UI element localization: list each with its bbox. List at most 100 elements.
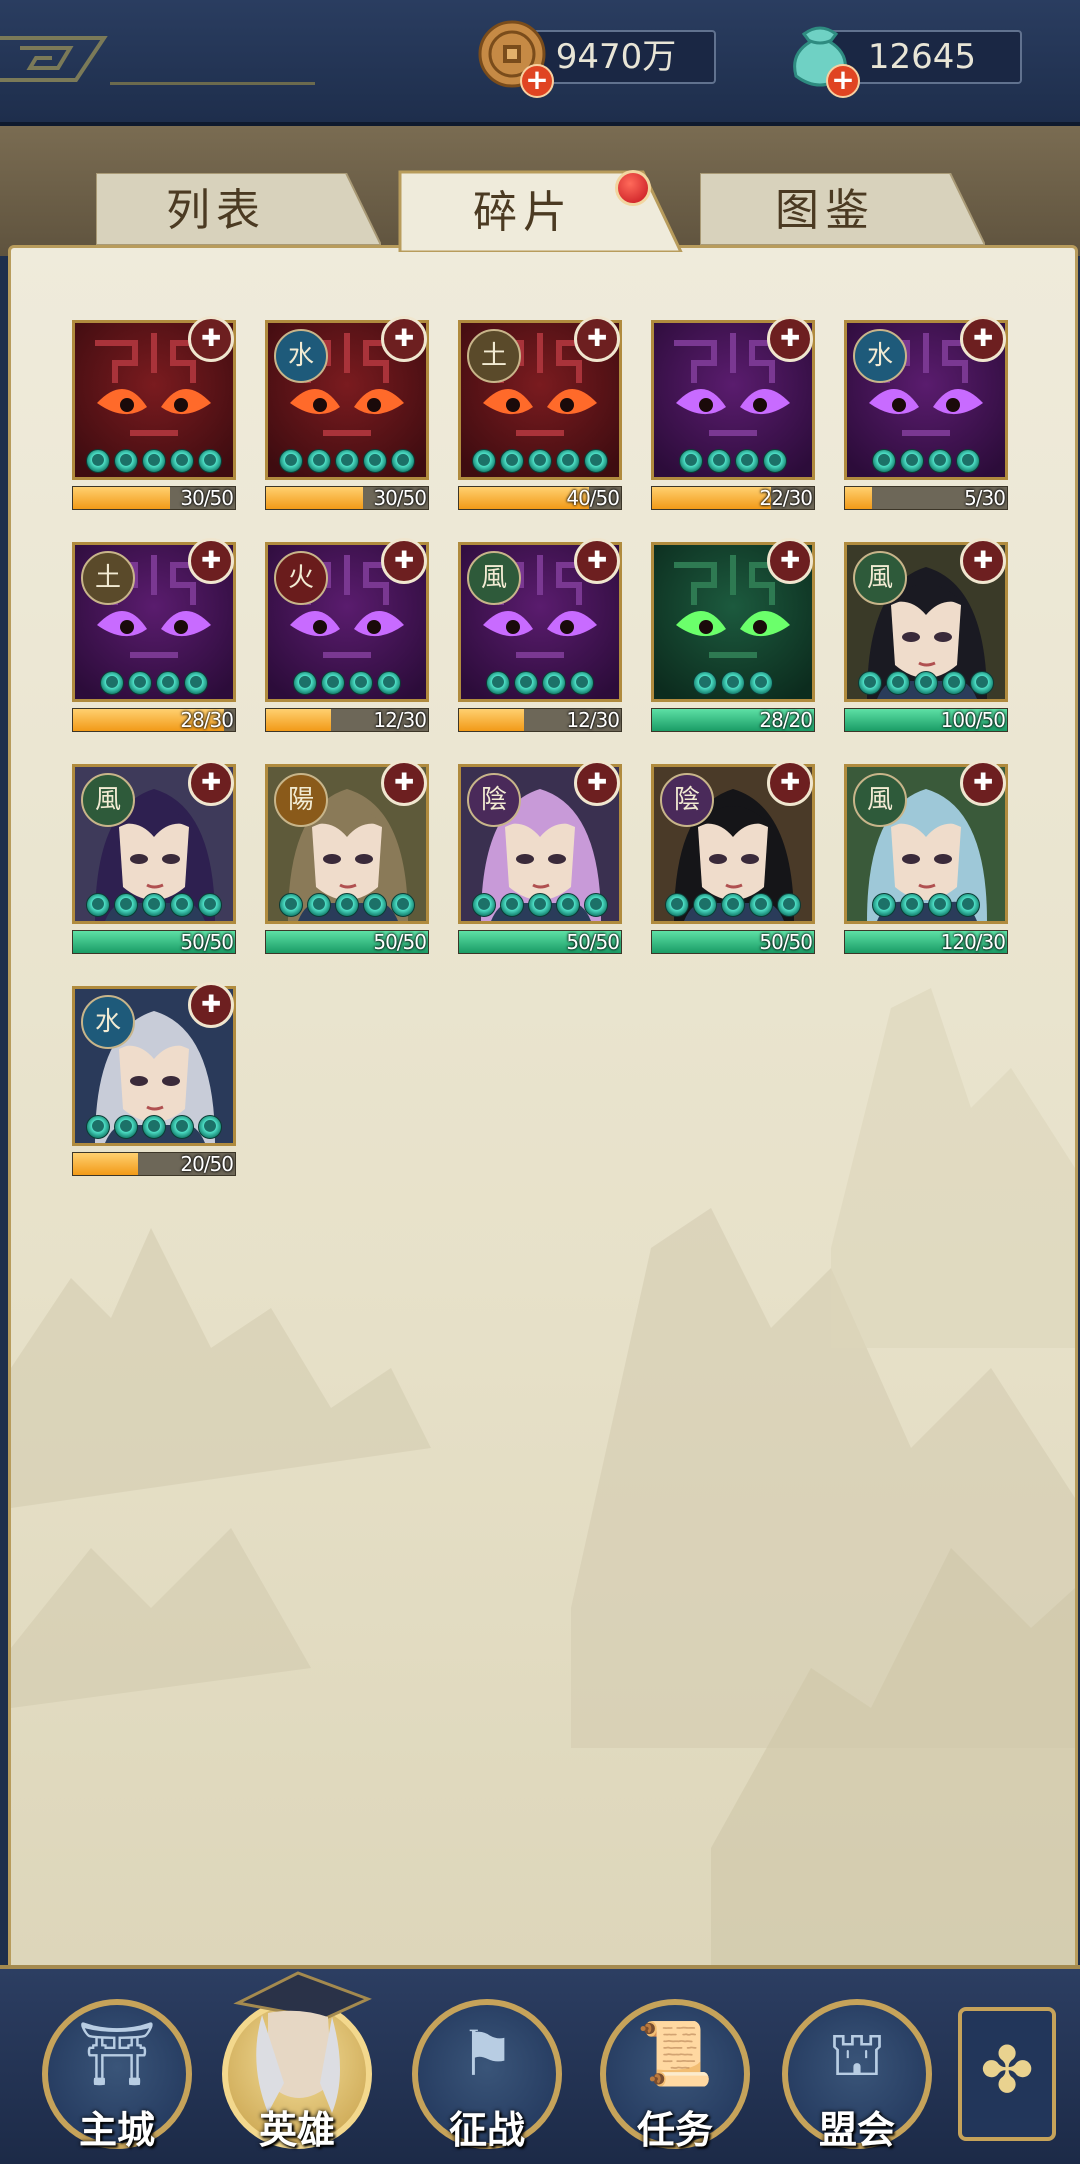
star-icon (142, 1115, 166, 1139)
element-badge: 陽 (274, 773, 328, 827)
fragment-progress-bar: 50/50 (651, 930, 815, 954)
star-icon (363, 893, 387, 917)
star-icon (184, 671, 208, 695)
star-icon (956, 893, 980, 917)
star-rating (654, 449, 812, 473)
nav-alliance[interactable]: ⛫ 盟会 (782, 1999, 932, 2152)
progress-fill (266, 487, 364, 509)
coin-resource: 9470万 + (478, 20, 748, 98)
star-icon (528, 893, 552, 917)
decorative-line (110, 82, 315, 85)
star-icon (486, 671, 510, 695)
fragment-card[interactable]: ✚ 28/20 (651, 538, 815, 732)
star-rating (75, 449, 233, 473)
star-icon (363, 449, 387, 473)
star-icon (556, 449, 580, 473)
nav-main-city[interactable]: ⛩ 主城 (42, 1999, 192, 2152)
star-icon (570, 671, 594, 695)
fragment-card[interactable]: 陰 ✚ 50/50 (458, 760, 622, 954)
fragment-progress-bar: 12/30 (265, 708, 429, 732)
star-icon (142, 449, 166, 473)
fragment-card[interactable]: 風 ✚ 100/50 (844, 538, 1008, 732)
star-icon (349, 671, 373, 695)
star-icon (86, 1115, 110, 1139)
puzzle-piece-icon: ✚ (960, 538, 1006, 584)
nav-main-city-label: 主城 (78, 2107, 155, 2152)
puzzle-piece-icon: ✚ (381, 760, 427, 806)
fragment-card[interactable]: 陽 ✚ 50/50 (265, 760, 429, 954)
fragment-card[interactable]: ✚ 30/50 (72, 316, 236, 510)
alliance-glyph-icon: ⛫ (828, 2017, 886, 2090)
star-icon (198, 449, 222, 473)
progress-text: 30/50 (373, 486, 427, 510)
fragment-card[interactable]: 風 ✚ 12/30 (458, 538, 622, 732)
fragment-progress-bar: 40/50 (458, 486, 622, 510)
element-badge: 水 (81, 995, 135, 1049)
star-icon (500, 449, 524, 473)
fragment-progress-bar: 50/50 (265, 930, 429, 954)
star-icon (749, 893, 773, 917)
puzzle-piece-icon: ✚ (574, 538, 620, 584)
star-rating (268, 893, 426, 917)
star-rating (847, 671, 1005, 695)
star-icon (721, 671, 745, 695)
progress-fill (459, 709, 524, 731)
fragment-progress-bar: 120/30 (844, 930, 1008, 954)
star-icon (584, 449, 608, 473)
add-coins-button[interactable]: + (520, 64, 554, 98)
star-icon (665, 893, 689, 917)
star-icon (777, 893, 801, 917)
progress-text: 22/30 (759, 486, 813, 510)
notification-dot-icon (615, 170, 651, 206)
puzzle-piece-icon: ✚ (188, 982, 234, 1028)
progress-text: 30/50 (180, 486, 234, 510)
fragment-card[interactable]: ✚ 22/30 (651, 316, 815, 510)
fragment-card[interactable]: 陰 ✚ 50/50 (651, 760, 815, 954)
nav-heroes[interactable]: 英雄 (222, 1971, 372, 2152)
nav-heroes-label: 英雄 (258, 2107, 335, 2152)
add-jade-button[interactable]: + (826, 64, 860, 98)
fragment-progress-bar: 30/50 (72, 486, 236, 510)
puzzle-piece-icon: ✚ (574, 760, 620, 806)
more-menu-button[interactable]: ✤ (958, 2007, 1056, 2141)
fragment-card[interactable]: 土 ✚ 28/30 (72, 538, 236, 732)
star-icon (307, 893, 331, 917)
tab-codex[interactable]: 图鉴 (700, 173, 985, 245)
fragment-card[interactable]: 水 ✚ 5/30 (844, 316, 1008, 510)
nav-battle-label: 征战 (448, 2107, 525, 2152)
fragment-card[interactable]: 水 ✚ 30/50 (265, 316, 429, 510)
tab-fragments-label: 碎片 (473, 187, 573, 238)
progress-text: 28/30 (180, 708, 234, 732)
tab-list[interactable]: 列表 (96, 173, 381, 245)
element-badge: 火 (274, 551, 328, 605)
element-badge: 陰 (660, 773, 714, 827)
star-icon (693, 671, 717, 695)
progress-text: 50/50 (180, 930, 234, 954)
puzzle-piece-icon: ✚ (188, 760, 234, 806)
quest-glyph-icon: 📜 (636, 2017, 714, 2090)
star-rating (75, 671, 233, 695)
star-icon (391, 893, 415, 917)
star-icon (156, 671, 180, 695)
progress-text: 100/50 (940, 708, 1006, 732)
fragment-card[interactable]: 風 ✚ 120/30 (844, 760, 1008, 954)
fragment-card[interactable]: 火 ✚ 12/30 (265, 538, 429, 732)
fragment-card[interactable]: 水 ✚ 20/50 (72, 982, 236, 1176)
star-icon (693, 893, 717, 917)
nav-quests[interactable]: 📜 任务 (600, 1999, 750, 2152)
fragment-progress-bar: 5/30 (844, 486, 1008, 510)
puzzle-piece-icon: ✚ (767, 316, 813, 362)
star-icon (956, 449, 980, 473)
star-rating (75, 893, 233, 917)
puzzle-piece-icon: ✚ (960, 316, 1006, 362)
battle-glyph-icon: ⚑ (459, 2017, 515, 2090)
fragment-card[interactable]: 風 ✚ 50/50 (72, 760, 236, 954)
fragment-progress-bar: 22/30 (651, 486, 815, 510)
star-icon (100, 671, 124, 695)
fragment-card[interactable]: 土 ✚ 40/50 (458, 316, 622, 510)
star-icon (721, 893, 745, 917)
progress-fill (652, 487, 771, 509)
star-icon (500, 893, 524, 917)
nav-battle[interactable]: ⚑ 征战 (412, 1999, 562, 2152)
star-icon (170, 449, 194, 473)
